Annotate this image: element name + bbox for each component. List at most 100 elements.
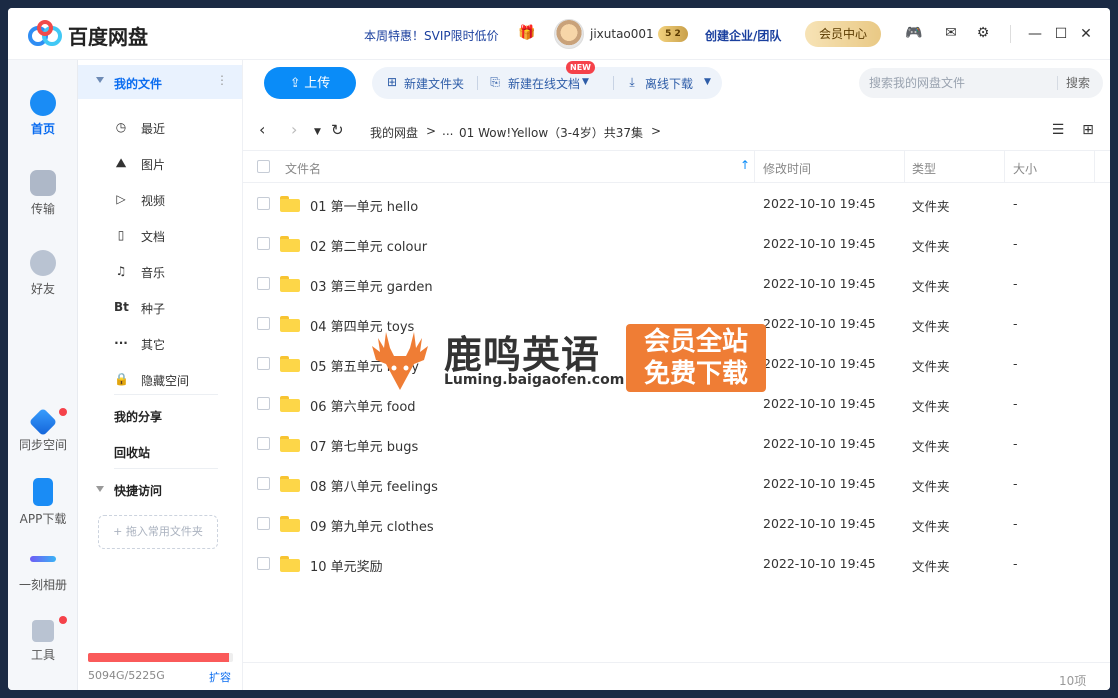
nav-item[interactable]: ▷ 视频 [78,182,242,216]
nav-item[interactable]: ♫ 音乐 [78,254,242,288]
column-divider[interactable] [1004,151,1005,183]
row-checkbox[interactable] [257,517,270,530]
table-row[interactable]: 07 第七单元 bugs 2022-10-10 19:45 文件夹 - [243,424,1110,464]
nav-recycle-bin[interactable]: 回收站 [114,444,150,461]
rail-item-transfer[interactable]: 传输 [8,170,78,217]
row-checkbox[interactable] [257,437,270,450]
row-checkbox[interactable] [257,477,270,490]
nav-my-files[interactable]: 我的文件 ⋮ [78,65,242,99]
nav-item[interactable]: ⛰ 图片 [78,146,242,180]
breadcrumb-current: 01 Wow!Yellow（3-4岁）共37集 [459,126,644,140]
breadcrumb-root[interactable]: 我的网盘 [370,124,418,141]
nav-item[interactable]: ▯ 文档 [78,218,242,252]
file-name[interactable]: 06 第六单元 food [310,396,416,415]
file-name[interactable]: 10 单元奖励 [310,556,383,575]
rail-item-home[interactable]: 首页 [8,90,78,137]
nav-my-share[interactable]: 我的分享 [114,408,162,425]
gift-icon[interactable]: 🎁 [518,25,535,41]
row-checkbox[interactable] [257,557,270,570]
sort-ascending-icon[interactable]: ↑ [740,158,750,172]
file-type: 文件夹 [912,319,950,334]
nav-item[interactable]: ··· 其它 [78,326,242,360]
nav-item-icon: 🔒 [114,372,129,386]
maximize-icon[interactable]: ☐ [1049,22,1073,46]
search-input[interactable] [869,74,1049,92]
nav-item[interactable]: 🔒 隐藏空间 [78,362,242,396]
offline-download-button[interactable]: 离线下载 [645,75,693,92]
mail-icon[interactable]: ✉ [941,23,961,43]
rail-label: 传输 [30,202,55,216]
rail-item-sync[interactable]: 同步空间 [8,407,78,453]
watermark-badge-line2: 免费下载 [643,359,748,389]
forward-icon[interactable]: › [291,120,297,139]
footer-divider [243,662,1110,663]
minimize-icon[interactable]: — [1023,22,1047,46]
file-name[interactable]: 02 第二单元 colour [310,236,427,255]
close-icon[interactable]: ✕ [1074,22,1098,46]
nav-item[interactable]: ◷ 最近 [78,110,242,144]
history-dropdown-icon[interactable]: ▼ [314,127,321,137]
column-divider[interactable] [1094,151,1095,183]
more-vertical-icon[interactable]: ⋮ [216,73,228,87]
watermark: 鹿鸣英语 Luming.baigaofen.com 会员全站 免费下载 [364,320,766,394]
row-checkbox[interactable] [257,237,270,250]
file-name[interactable]: 09 第九单元 clothes [310,516,434,535]
header-time[interactable]: 修改时间 [763,160,811,177]
file-name[interactable]: 03 第三单元 garden [310,276,433,295]
header-size[interactable]: 大小 [1013,160,1037,177]
rail-item-album[interactable]: 一刻相册 [8,548,78,593]
file-size: - [1013,276,1018,291]
watermark-badge: 会员全站 免费下载 [626,324,766,392]
table-row[interactable]: 03 第三单元 garden 2022-10-10 19:45 文件夹 - [243,264,1110,304]
breadcrumb-separator: > [426,124,437,138]
rail-item-app-download[interactable]: APP下载 [8,478,78,527]
row-checkbox[interactable] [257,317,270,330]
file-name[interactable]: 07 第七单元 bugs [310,436,418,455]
file-name[interactable]: 08 第八单元 feelings [310,476,438,495]
nav-item[interactable]: Bt 种子 [78,290,242,324]
chevron-down-icon[interactable]: ▼ [582,77,589,87]
header-type[interactable]: 类型 [912,160,936,177]
row-checkbox[interactable] [257,397,270,410]
table-row[interactable]: 02 第二单元 colour 2022-10-10 19:45 文件夹 - [243,224,1110,264]
table-row[interactable]: 01 第一单元 hello 2022-10-10 19:45 文件夹 - [243,184,1110,224]
sort-list-icon[interactable]: ☰ [1048,122,1068,140]
row-checkbox[interactable] [257,357,270,370]
file-type: 文件夹 [912,559,950,574]
create-team-link[interactable]: 创建企业/团队 [705,27,781,44]
refresh-icon[interactable]: ↻ [331,121,344,139]
row-checkbox[interactable] [257,197,270,210]
file-name[interactable]: 01 第一单元 hello [310,196,418,215]
column-divider[interactable] [754,151,755,183]
search-button[interactable]: 搜索 [1066,74,1090,91]
chevron-down-icon[interactable]: ▼ [704,77,711,87]
row-checkbox[interactable] [257,277,270,290]
select-all-checkbox[interactable] [257,160,270,173]
column-divider[interactable] [904,151,905,183]
new-doc-icon: ⎘ [490,75,500,89]
rail-item-tools[interactable]: 工具 [8,620,78,663]
game-icon[interactable]: 🎮 [904,23,924,43]
drop-favorite-folder-zone[interactable]: + 拖入常用文件夹 [98,515,218,549]
nav-item-icon: ··· [114,336,128,350]
upload-button[interactable]: ⇪ 上传 [264,67,356,99]
table-row[interactable]: 09 第九单元 clothes 2022-10-10 19:45 文件夹 - [243,504,1110,544]
breadcrumb-ellipsis[interactable]: ... [442,124,453,138]
table-row[interactable]: 08 第八单元 feelings 2022-10-10 19:45 文件夹 - [243,464,1110,504]
avatar[interactable] [554,19,584,49]
nav-quick-access[interactable]: 快捷访问 [114,482,162,499]
back-icon[interactable]: ‹ [259,120,265,139]
rail-item-friends[interactable]: 好友 [8,250,78,297]
member-center-button[interactable]: 会员中心 [805,21,881,47]
expand-storage-link[interactable]: 扩容 [209,669,231,685]
table-row[interactable]: 10 单元奖励 2022-10-10 19:45 文件夹 - [243,544,1110,584]
rail-label: 工具 [30,648,55,662]
grid-view-icon[interactable]: ⊞ [1078,122,1098,140]
promo-link[interactable]: 本周特惠！SVIP限时低价 [364,27,499,44]
username[interactable]: jixutao001 [590,27,654,41]
vip-badge[interactable]: 5 2 [658,26,688,42]
header-name[interactable]: 文件名 [285,160,321,177]
settings-icon[interactable]: ⚙ [973,23,993,43]
new-folder-button[interactable]: 新建文件夹 [404,75,464,92]
new-online-doc-button[interactable]: 新建在线文档 [508,75,580,92]
